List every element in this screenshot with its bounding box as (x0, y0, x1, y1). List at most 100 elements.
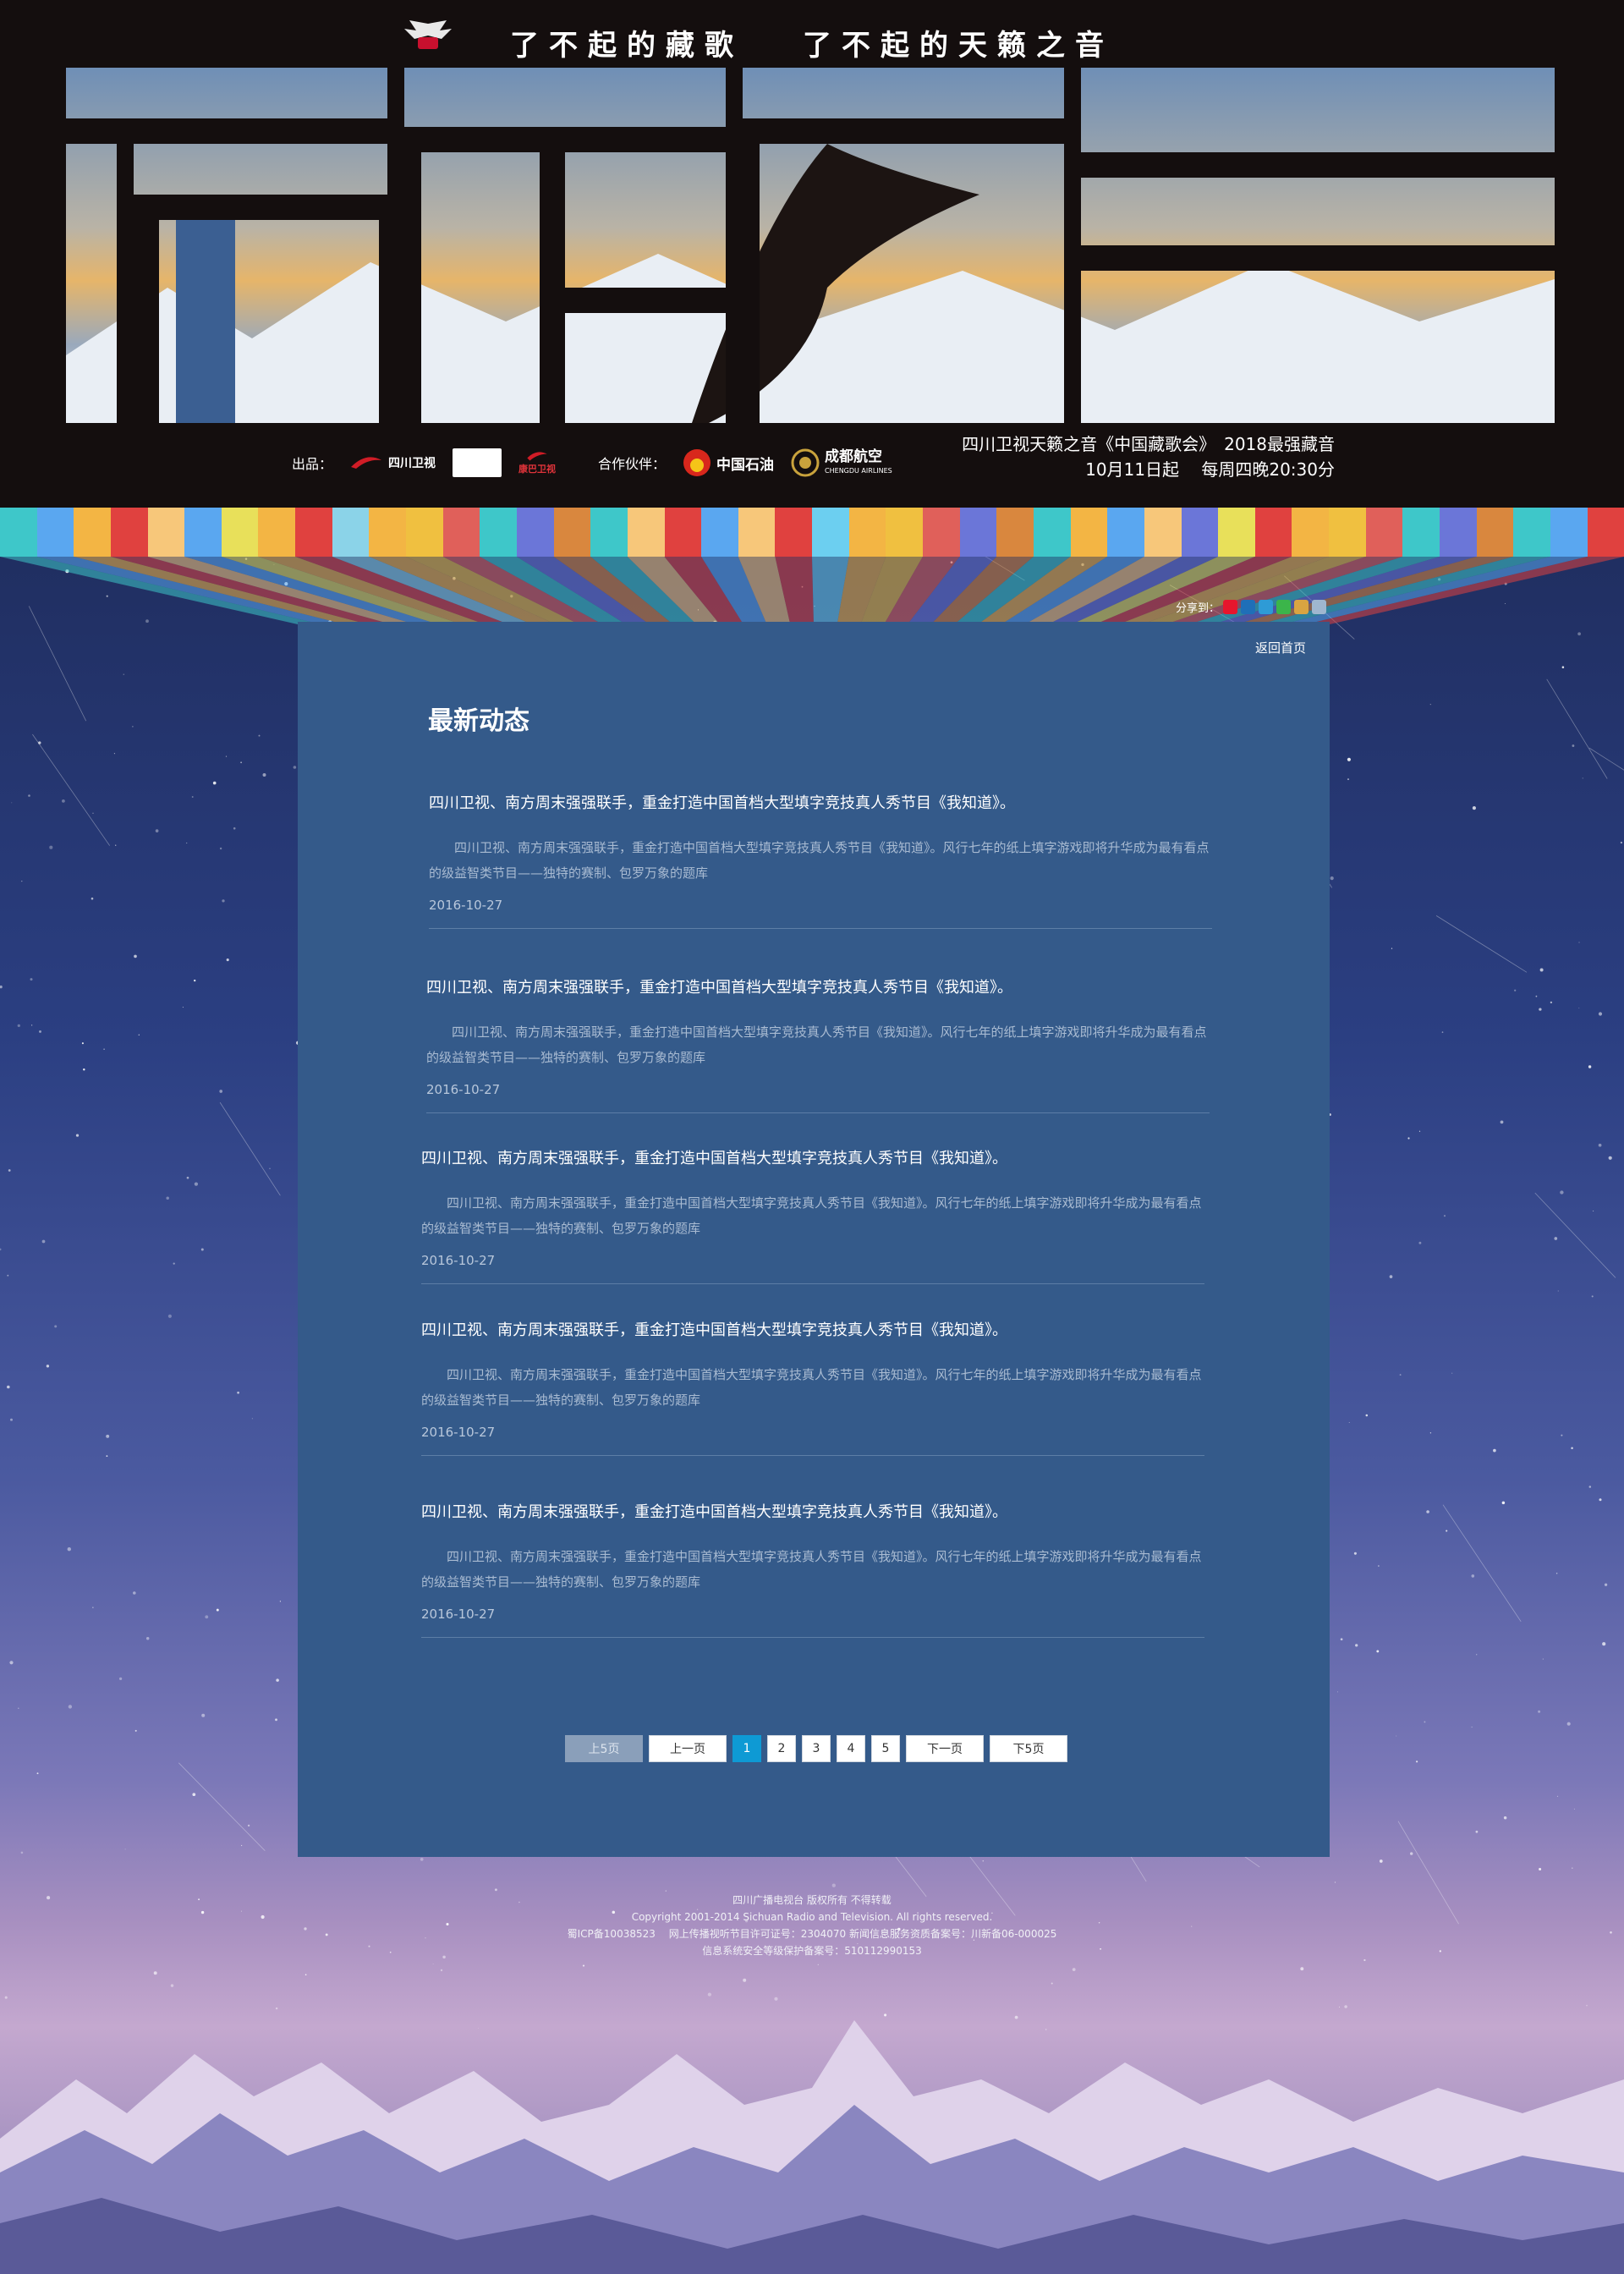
star (7, 1274, 9, 1277)
flag-stripe (442, 508, 480, 557)
news-item[interactable]: 四川卫视、南方周末强强联手，重金打造中国首档大型填字竞技真人秀节目《我知道》。 … (421, 1500, 1204, 1638)
footer-icp: 蜀ICP备10038523 网上传播视听节目许可证号：2304070 新闻信息服… (567, 1928, 1057, 1940)
flag-stripe (996, 508, 1034, 557)
flag-stripe (812, 508, 849, 557)
news-summary: 四川卫视、南方周末强强联手，重金打造中国首档大型填字竞技真人秀节目《我知道》。风… (421, 1195, 1202, 1236)
flag-stripe (147, 508, 185, 557)
next-page-button[interactable]: 下一页 (906, 1735, 984, 1762)
page-3-button[interactable]: 3 (802, 1735, 831, 1762)
share-renren-icon[interactable] (1241, 600, 1256, 614)
next-5-pages-button[interactable]: 下5页 (990, 1735, 1067, 1762)
news-date: 2016-10-27 (426, 1082, 501, 1097)
share-qzone-icon[interactable] (1259, 600, 1274, 614)
star (293, 766, 297, 769)
star (1389, 1275, 1393, 1278)
news-item[interactable]: 四川卫视、南方周末强强联手，重金打造中国首档大型填字竞技真人秀节目《我知道》。 … (421, 1318, 1204, 1456)
star (124, 1848, 126, 1850)
flag-stripe (1550, 508, 1588, 557)
chengdu-airlines-text: 成都航空 CHENGDU AIRLINES (825, 448, 892, 477)
star (216, 1608, 219, 1612)
news-item[interactable]: 四川卫视、南方周末强强联手，重金打造中国首档大型填字竞技真人秀节目《我知道》。 … (421, 1146, 1204, 1284)
news-title[interactable]: 四川卫视、南方周末强强联手，重金打造中国首档大型填字竞技真人秀节目《我知道》。 (429, 791, 1212, 813)
star-trail (1534, 1192, 1616, 1278)
news-item[interactable]: 四川卫视、南方周末强强联手，重金打造中国首档大型填字竞技真人秀节目《我知道》。 … (426, 975, 1210, 1113)
star (258, 734, 261, 737)
star (1554, 1237, 1558, 1240)
star (132, 726, 134, 728)
flag-stripe (480, 508, 517, 557)
flag-stripe (1254, 508, 1292, 557)
star (123, 673, 125, 675)
star (113, 753, 115, 755)
star (134, 1729, 137, 1732)
star (240, 1844, 243, 1847)
flag-stripe (1181, 508, 1219, 557)
star (1598, 1012, 1603, 1016)
prayer-flag-rays (0, 557, 1624, 624)
share-douban-icon[interactable] (1294, 600, 1309, 614)
footer-rights: 四川广播电视台 版权所有 不得转载 (732, 1894, 892, 1906)
flag-stripe (1033, 508, 1071, 557)
star (1443, 1215, 1446, 1217)
star (92, 812, 94, 814)
star (1561, 1434, 1563, 1436)
star (1363, 1958, 1366, 1962)
star (18, 1707, 19, 1710)
back-home-link[interactable]: 返回首页 (1255, 639, 1306, 656)
petrochina-icon (683, 449, 711, 476)
star (182, 1007, 184, 1008)
star (145, 1637, 150, 1640)
star (1572, 744, 1575, 747)
star (1500, 1120, 1504, 1124)
flag-stripe (553, 508, 591, 557)
star (20, 1851, 24, 1854)
star (1535, 995, 1538, 997)
news-title[interactable]: 四川卫视、南方周末强强联手，重金打造中国首档大型填字竞技真人秀节目《我知道》。 (421, 1318, 1204, 1340)
share-wechat-icon[interactable] (1276, 600, 1292, 614)
star (707, 1992, 712, 1997)
partners-label: 合作伙伴： (598, 456, 667, 472)
news-title[interactable]: 四川卫视、南方周末强强联手，重金打造中国首档大型填字竞技真人秀节目《我知道》。 (426, 975, 1210, 997)
star (226, 958, 229, 962)
flag-stripe (923, 508, 960, 557)
star (225, 755, 228, 757)
prev-page-button[interactable]: 上一页 (649, 1735, 727, 1762)
star (1378, 1565, 1380, 1567)
producer-badge-icon (453, 448, 502, 477)
star (440, 1969, 443, 1972)
share-weibo-icon[interactable] (1223, 600, 1238, 614)
news-item[interactable]: 四川卫视、南方周末强强联手，重金打造中国首档大型填字竞技真人秀节目《我知道》。 … (429, 791, 1212, 929)
star (30, 1024, 33, 1026)
star (1418, 1241, 1422, 1244)
prev-5-pages-button[interactable]: 上5页 (565, 1735, 643, 1762)
star (222, 899, 225, 903)
air-date-info: 四川卫视天籁之音《中国藏歌会》 2018最强藏音 10月11日起 每周四晚20:… (962, 431, 1335, 482)
page-4-button[interactable]: 4 (837, 1735, 865, 1762)
page-1-button[interactable]: 1 (732, 1735, 761, 1762)
star (1538, 1710, 1541, 1713)
flag-stripe (1107, 508, 1144, 557)
flag-stripe (959, 508, 997, 557)
star (200, 1248, 204, 1251)
star (269, 1167, 271, 1170)
news-title[interactable]: 四川卫视、南方周末强强联手，重金打造中国首档大型填字竞技真人秀节目《我知道》。 (421, 1146, 1204, 1168)
star (1571, 1867, 1573, 1870)
flag-stripe (184, 508, 222, 557)
star (49, 845, 53, 849)
footer-copyright: Copyright 2001-2014 Sichuan Radio and Te… (631, 1911, 993, 1923)
star (276, 1678, 279, 1682)
star (1599, 1498, 1602, 1502)
star (1416, 1760, 1418, 1763)
flag-stripe (1365, 508, 1403, 557)
news-title[interactable]: 四川卫视、南方周末强强联手，重金打造中国首档大型填字竞技真人秀节目《我知道》。 (421, 1500, 1204, 1522)
star (1555, 1572, 1558, 1574)
news-date: 2016-10-27 (429, 898, 503, 913)
news-summary: 四川卫视、南方周末强强联手，重金打造中国首档大型填字竞技真人秀节目《我知道》。风… (426, 1024, 1207, 1065)
prayer-flag-strip (0, 508, 1624, 557)
star (1571, 1447, 1573, 1449)
flag-stripe (701, 508, 738, 557)
share-email-icon[interactable] (1312, 600, 1327, 614)
page-5-button[interactable]: 5 (871, 1735, 900, 1762)
page-2-button[interactable]: 2 (767, 1735, 796, 1762)
chengdu-airlines-icon (791, 448, 820, 477)
